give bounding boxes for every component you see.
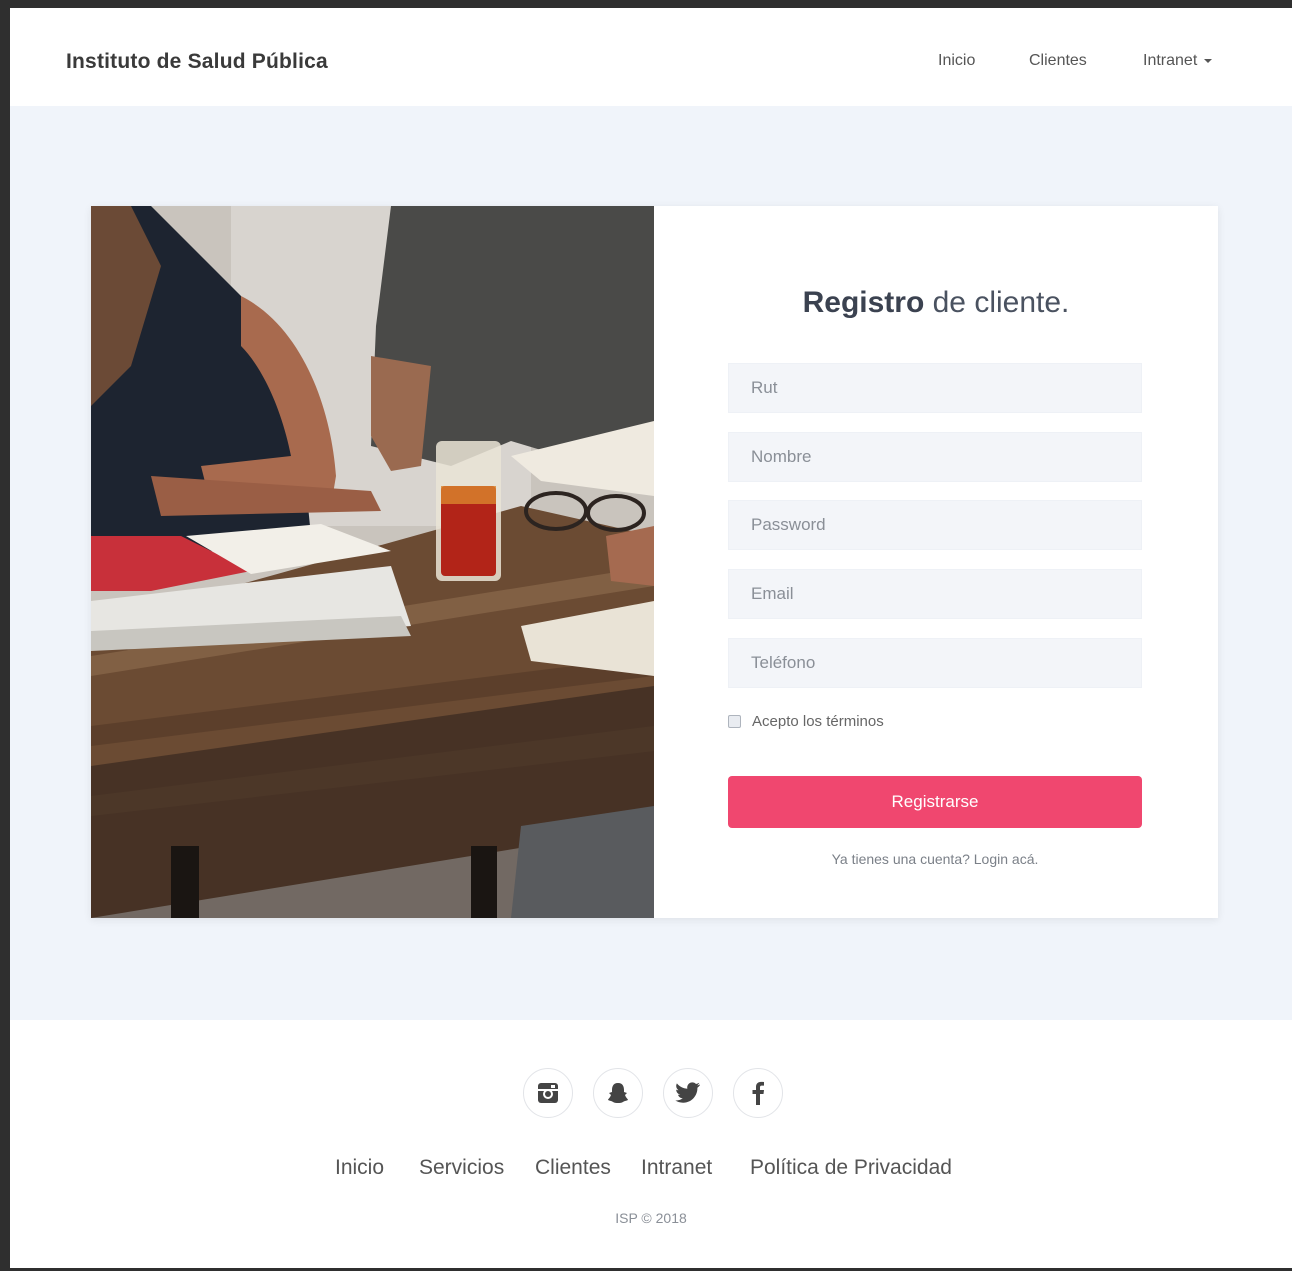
registration-form: Registro de cliente. Acepto los términos…: [654, 206, 1218, 918]
register-button[interactable]: Registrarse: [728, 776, 1142, 828]
social-links: [523, 1068, 783, 1118]
login-link[interactable]: Ya tienes una cuenta? Login acá.: [728, 851, 1142, 867]
password-input[interactable]: [728, 500, 1142, 550]
email-input[interactable]: [728, 569, 1142, 619]
terms-row: Acepto los términos: [728, 711, 884, 731]
form-title-rest: de cliente.: [932, 286, 1070, 319]
footer-link-servicios[interactable]: Servicios: [419, 1156, 504, 1180]
nav-link-intranet-label: Intranet: [1143, 52, 1198, 69]
nav-links: Inicio Clientes Intranet: [10, 52, 1292, 76]
telefono-input[interactable]: [728, 638, 1142, 688]
nav-link-clientes[interactable]: Clientes: [1029, 52, 1087, 70]
facebook-icon[interactable]: [733, 1068, 783, 1118]
footer-link-privacidad[interactable]: Política de Privacidad: [750, 1156, 952, 1180]
terms-checkbox[interactable]: [728, 714, 741, 728]
hero-photo: [91, 206, 654, 918]
twitter-icon[interactable]: [663, 1068, 713, 1118]
footer: Inicio Servicios Clientes Intranet Polít…: [10, 1020, 1292, 1268]
navbar: Instituto de Salud Pública Inicio Client…: [10, 8, 1292, 106]
copyright-text: ISP © 2018: [615, 1210, 687, 1226]
nav-dropdown-intranet[interactable]: Intranet: [1143, 52, 1213, 70]
snapchat-icon[interactable]: [593, 1068, 643, 1118]
nombre-input[interactable]: [728, 432, 1142, 482]
footer-link-inicio[interactable]: Inicio: [335, 1156, 384, 1180]
caret-down-icon: [1204, 58, 1213, 63]
form-title-bold: Registro: [802, 286, 925, 319]
rut-input[interactable]: [728, 363, 1142, 413]
registration-card: Registro de cliente. Acepto los términos…: [91, 206, 1218, 918]
hero-section: Registro de cliente. Acepto los términos…: [10, 106, 1292, 1020]
instagram-icon[interactable]: [523, 1068, 573, 1118]
nav-link-inicio[interactable]: Inicio: [938, 52, 975, 70]
form-title: Registro de cliente.: [654, 286, 1218, 320]
meeting-photo-illustration: [91, 206, 654, 918]
footer-link-intranet[interactable]: Intranet: [641, 1156, 712, 1180]
footer-link-clientes[interactable]: Clientes: [535, 1156, 611, 1180]
footer-links: Inicio Servicios Clientes Intranet Polít…: [10, 1156, 1292, 1182]
terms-label[interactable]: Acepto los términos: [752, 713, 884, 730]
